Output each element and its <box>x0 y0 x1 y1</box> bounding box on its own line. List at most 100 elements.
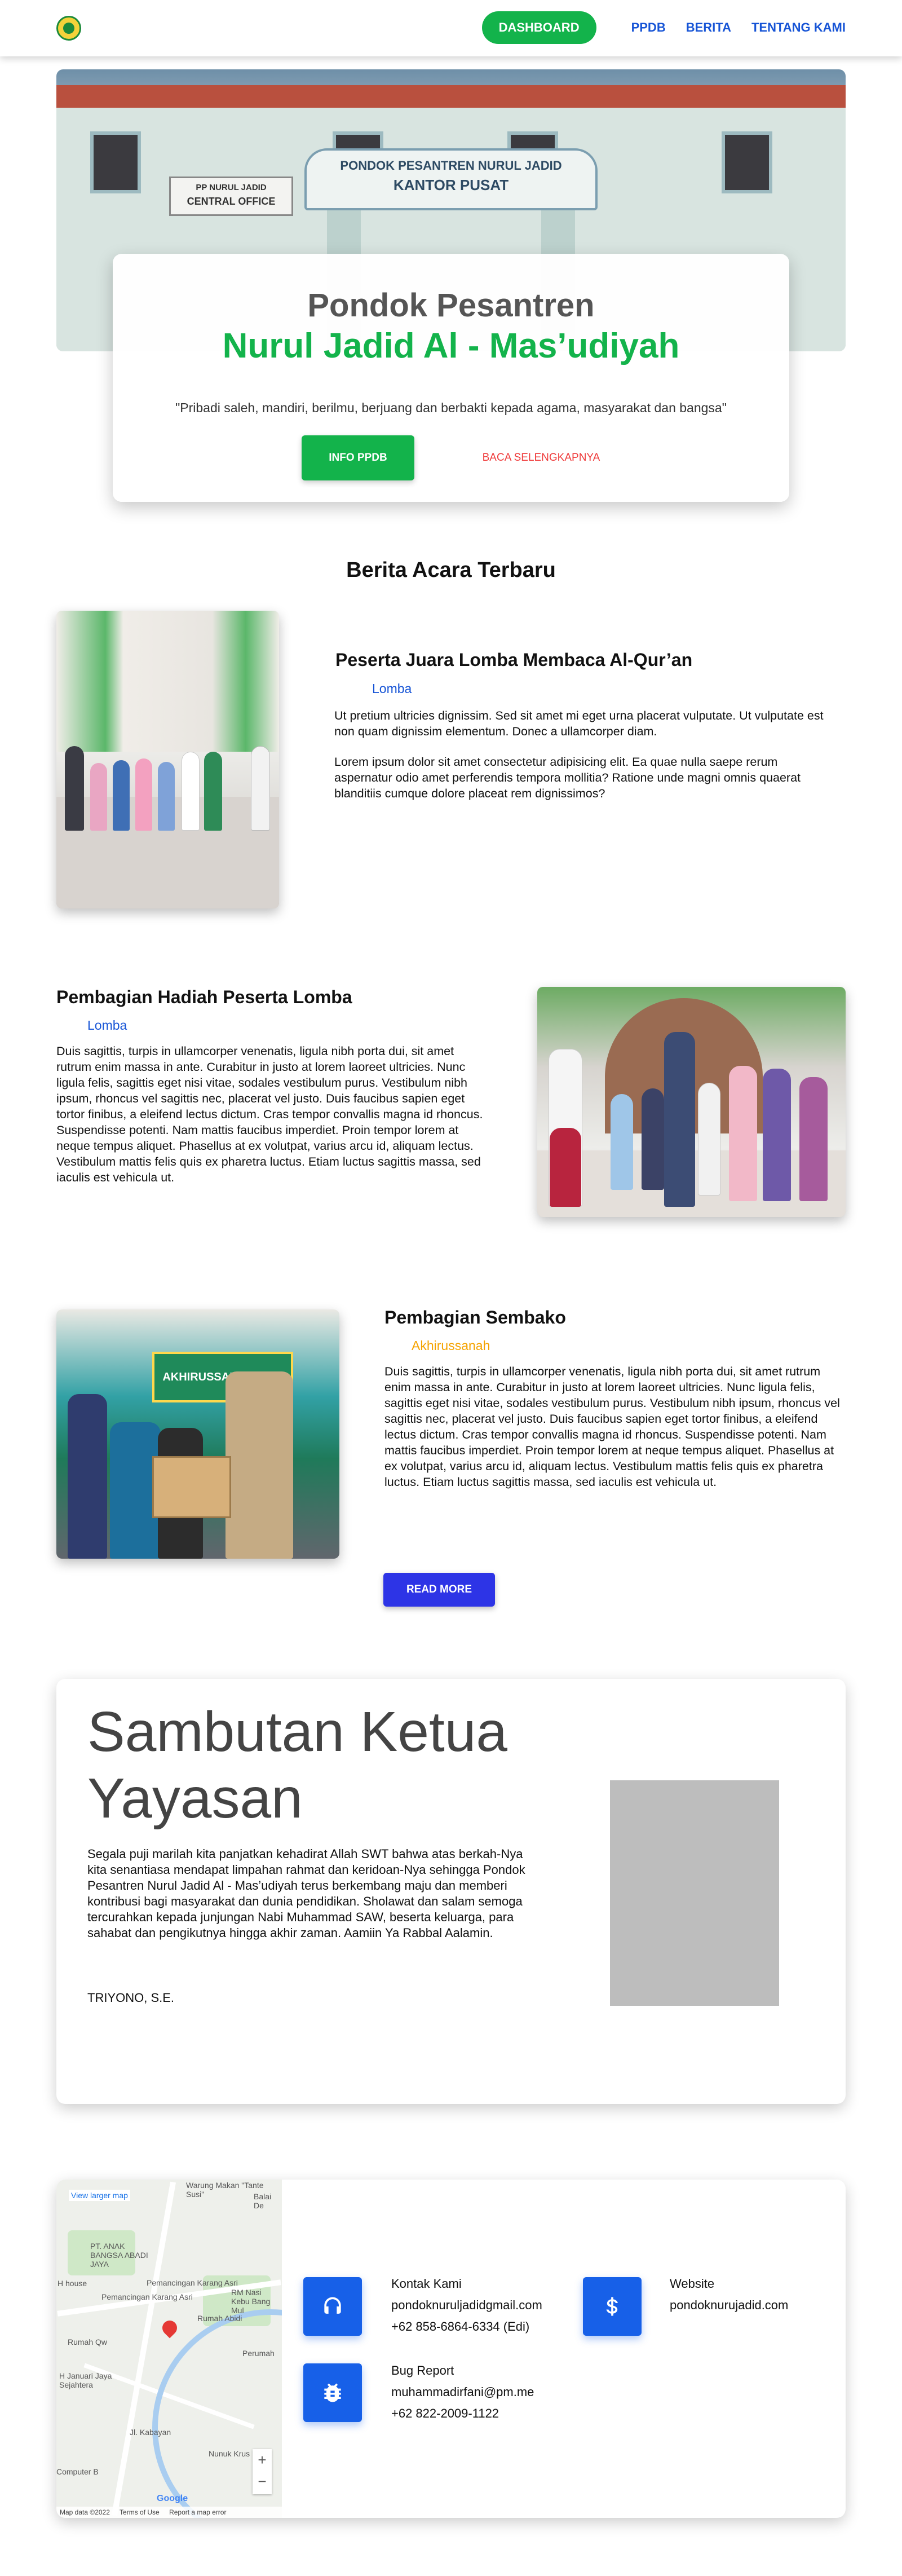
map-label: Perumah <box>242 2349 275 2358</box>
person <box>550 1128 581 1207</box>
person <box>158 762 175 831</box>
info-ppdb-button[interactable]: INFO PPDB <box>302 435 414 480</box>
map-footer: Map data ©2022 Terms of Use Report a map… <box>56 2507 282 2518</box>
news-body-1-p1: Ut pretium ultricies dignissim. Sed sit … <box>334 709 824 738</box>
news-body-1: Ut pretium ultricies dignissim. Sed sit … <box>334 708 839 816</box>
map-label: Pemancingan Karang Asri <box>147 2278 238 2287</box>
contact-phone[interactable]: +62 858-6864-6334 (Edi) <box>391 2319 529 2334</box>
nav-link-berita[interactable]: BERITA <box>686 20 731 35</box>
nav-link-tentang-kami[interactable]: TENTANG KAMI <box>751 20 846 35</box>
person <box>68 1394 107 1559</box>
navbar: DASHBOARD PPDB BERITA TENTANG KAMI <box>0 0 902 56</box>
sambutan-title: Sambutan Ketua Yayasan <box>87 1700 507 1830</box>
contact-card: View larger map Warung Makan "Tante Susi… <box>56 2180 846 2518</box>
chairman-photo-placeholder <box>610 1780 779 2006</box>
person <box>729 1066 757 1201</box>
person <box>113 760 130 831</box>
person <box>226 1371 293 1559</box>
map-label: Rumah Abidi <box>197 2314 242 2323</box>
hero-office-sign: PP NURUL JADID CENTRAL OFFICE <box>169 177 293 216</box>
sambutan-signature: TRIYONO, S.E. <box>87 1991 175 2005</box>
hero-card: Pondok Pesantren Nurul Jadid Al - Mas’ud… <box>113 254 789 502</box>
map-zoom-control[interactable]: + − <box>253 2449 272 2494</box>
dollar-icon <box>583 2277 642 2336</box>
school-crest-icon[interactable] <box>56 16 81 41</box>
map-label: PT. ANAK BANGSA ABADI JAYA <box>90 2242 148 2269</box>
news-title-2[interactable]: Pembagian Hadiah Peserta Lomba <box>56 987 352 1008</box>
person <box>763 1069 791 1201</box>
news-image-1-wall <box>56 611 279 752</box>
person <box>664 1032 695 1207</box>
bug-icon <box>303 2363 362 2422</box>
hero-window <box>722 131 772 193</box>
hero-building-sign: PONDOK PESANTREN NURUL JADID KANTOR PUSA… <box>304 148 598 210</box>
nav-links: DASHBOARD PPDB BERITA TENTANG KAMI <box>481 11 846 44</box>
map-label: H house <box>58 2279 87 2288</box>
website-title: Website <box>670 2277 715 2291</box>
section-title-news: Berita Acara Terbaru <box>346 558 556 582</box>
person <box>642 1088 664 1190</box>
map-terms-link[interactable]: Terms of Use <box>120 2508 160 2516</box>
contact-email[interactable]: pondoknuruljadidgmail.com <box>391 2298 542 2313</box>
bug-report-title: Bug Report <box>391 2363 454 2377</box>
nav-link-ppdb[interactable]: PPDB <box>631 20 666 35</box>
news-title-1[interactable]: Peserta Juara Lomba Membaca Al-Qur’an <box>335 650 692 671</box>
news-category-2[interactable]: Lomba <box>87 1018 127 1033</box>
hero-sign-text: PONDOK PESANTREN NURUL JADID <box>340 158 562 173</box>
hero-roof <box>56 85 846 108</box>
map-label: Nunuk Krus <box>209 2449 250 2458</box>
zoom-in-icon[interactable]: + <box>253 2449 272 2471</box>
news-category-3[interactable]: Akhirussanah <box>412 1338 490 1353</box>
map-label: Balai De <box>254 2192 272 2210</box>
hero-office-sign-2: CENTRAL OFFICE <box>187 196 276 207</box>
person <box>65 746 84 831</box>
news-title-3[interactable]: Pembagian Sembako <box>384 1307 566 1328</box>
hero-title-line1: Pondok Pesantren <box>307 287 595 324</box>
person <box>251 746 270 831</box>
hero-office-sign-1: PP NURUL JADID <box>196 183 267 192</box>
map-label: Rumah Qw <box>68 2337 108 2346</box>
person <box>611 1094 633 1190</box>
hero-window <box>90 131 141 193</box>
news-body-1-p2: Lorem ipsum dolor sit amet consectetur a… <box>334 755 801 800</box>
news-image-3-box <box>152 1456 231 1518</box>
map-location-pin-icon[interactable] <box>159 2317 180 2339</box>
news-body-3-p1: Duis sagittis, turpis in ullamcorper ven… <box>384 1365 840 1489</box>
bug-report-email[interactable]: muhammadirfani@pm.me <box>391 2385 534 2399</box>
hero-motto: "Pribadi saleh, mandiri, berilmu, berjua… <box>175 400 727 415</box>
news-image-3[interactable]: AKHIRUSSANAH KE-2 <box>56 1309 339 1559</box>
person <box>799 1077 828 1201</box>
map-label: Jl. Kabayan <box>130 2428 171 2437</box>
zoom-out-icon[interactable]: − <box>253 2471 272 2492</box>
person <box>182 752 200 831</box>
hero-title-line2: Nurul Jadid Al - Mas’udiyah <box>222 327 680 365</box>
headset-icon <box>303 2277 362 2336</box>
news-category-1[interactable]: Lomba <box>372 681 412 696</box>
nav-dashboard-button[interactable]: DASHBOARD <box>481 11 596 44</box>
read-more-link[interactable]: BACA SELENGKAPNYA <box>468 435 614 480</box>
map-report-link[interactable]: Report a map error <box>169 2508 226 2516</box>
read-more-button[interactable]: READ MORE <box>383 1573 495 1607</box>
map-label: Pemancingan Karang Asri <box>101 2292 193 2301</box>
map-view-larger-link[interactable]: View larger map <box>69 2190 130 2201</box>
person <box>90 763 107 831</box>
contact-title: Kontak Kami <box>391 2277 462 2291</box>
news-body-2: Duis sagittis, turpis in ullamcorper ven… <box>56 1043 485 1200</box>
map-label: Computer B <box>56 2467 99 2476</box>
map-data-credit: Map data ©2022 <box>60 2508 110 2516</box>
person <box>135 758 152 831</box>
news-body-2-p1: Duis sagittis, turpis in ullamcorper ven… <box>56 1044 483 1184</box>
map-label: RM Nasi Kebu Bang Mul <box>231 2288 271 2315</box>
embedded-map[interactable]: View larger map Warung Makan "Tante Susi… <box>56 2180 282 2518</box>
sambutan-card: Sambutan Ketua Yayasan Segala puji maril… <box>56 1679 846 2104</box>
news-image-2[interactable] <box>537 987 846 1217</box>
news-image-1[interactable] <box>56 611 279 908</box>
google-logo: Google <box>157 2494 188 2503</box>
bug-report-phone[interactable]: +62 822-2009-1122 <box>391 2406 499 2421</box>
person <box>698 1083 720 1196</box>
news-body-3: Duis sagittis, turpis in ullamcorper ven… <box>384 1364 841 1505</box>
sambutan-text: Segala puji marilah kita panjatkan kehad… <box>87 1847 525 1940</box>
map-label: H Januari Jaya Sejahtera <box>59 2371 112 2389</box>
person <box>204 752 222 831</box>
website-url[interactable]: pondoknurujadid.com <box>670 2298 788 2313</box>
